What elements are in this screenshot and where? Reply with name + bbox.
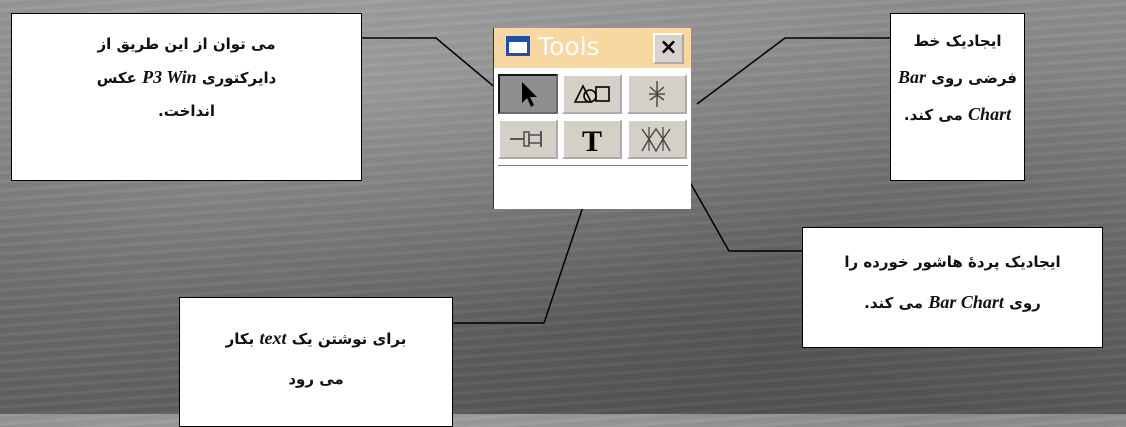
callout-text-line1: برای نوشتن یک text بکار xyxy=(180,318,452,359)
callout-text-line1-after: بکار xyxy=(225,330,255,348)
callout-text-line1-before: برای نوشتن یک xyxy=(291,330,407,348)
tools-divider xyxy=(498,165,688,166)
callout-line-line3: Chart می کند. xyxy=(891,96,1024,133)
callout-text-em: text xyxy=(259,328,287,348)
callout-line-tool: ایجادیک خط فرضی روی Bar Chart می کند. xyxy=(890,13,1025,181)
callout-line-line2-before: فرضی روی xyxy=(931,69,1017,87)
callout-hatch-line1: ایجادیک پردۀ هاشور خورده را xyxy=(844,253,1061,271)
tools-title-bar[interactable]: Tools × xyxy=(494,28,691,68)
callout-line-line3-after: می کند. xyxy=(903,106,963,124)
text-tool-glyph: T xyxy=(582,125,602,157)
callout-line-line2: فرضی روی Bar xyxy=(891,59,1024,96)
window-icon xyxy=(506,36,530,56)
tools-title: Tools xyxy=(538,32,600,61)
select-tool-button[interactable] xyxy=(498,74,558,114)
callout-directory-line3: انداخت. xyxy=(158,102,215,120)
callout-hatch-line2: روی Bar Chart می کند. xyxy=(803,282,1102,323)
arrow-pointer-icon xyxy=(522,82,537,107)
hatch-tool-button[interactable] xyxy=(627,119,687,159)
leader-line-line-tool xyxy=(696,37,890,105)
callout-directory-line2-before: دایرکتوری xyxy=(201,69,277,87)
shapes-tool-button[interactable] xyxy=(562,74,622,114)
callout-hatch-tool: ایجادیک پردۀ هاشور خورده را روی Bar Char… xyxy=(802,227,1103,348)
text-tool-button[interactable]: T xyxy=(562,119,622,159)
callout-directory-line2: دایرکتوری P3 Win عکس xyxy=(12,61,361,95)
close-button[interactable]: × xyxy=(653,33,684,64)
callout-directory-line2-after: عکس xyxy=(96,69,137,87)
line-tool-button[interactable] xyxy=(627,74,687,114)
tools-empty-area xyxy=(498,167,688,207)
hatch-icon xyxy=(641,127,671,153)
callout-text-line2: می رود xyxy=(288,370,344,388)
callout-hatch-line2-before: روی xyxy=(1009,294,1041,312)
callout-directory: می توان از این طریق از دایرکتوری P3 Win … xyxy=(11,13,362,181)
callout-text-tool: برای نوشتن یک text بکار می رود xyxy=(179,297,453,427)
tools-window: Tools × T xyxy=(493,28,691,209)
callout-line-line1: ایجادیک خط xyxy=(913,32,1002,50)
callout-hatch-line2-after: می کند. xyxy=(864,294,924,312)
vertical-line-icon xyxy=(649,81,665,107)
shapes-icon xyxy=(573,84,610,103)
callout-line-em-bar: Bar xyxy=(897,67,926,87)
leader-line-directory xyxy=(362,37,511,101)
callout-hatch-em: Bar Chart xyxy=(928,292,1004,312)
callout-line-em-chart: Chart xyxy=(968,104,1012,124)
callout-directory-em: P3 Win xyxy=(142,67,197,87)
pin-tool-button[interactable] xyxy=(498,119,558,159)
pin-icon xyxy=(510,131,542,147)
callout-directory-line1: می توان از این طریق از xyxy=(97,35,276,53)
text-T-icon: T xyxy=(582,125,602,157)
